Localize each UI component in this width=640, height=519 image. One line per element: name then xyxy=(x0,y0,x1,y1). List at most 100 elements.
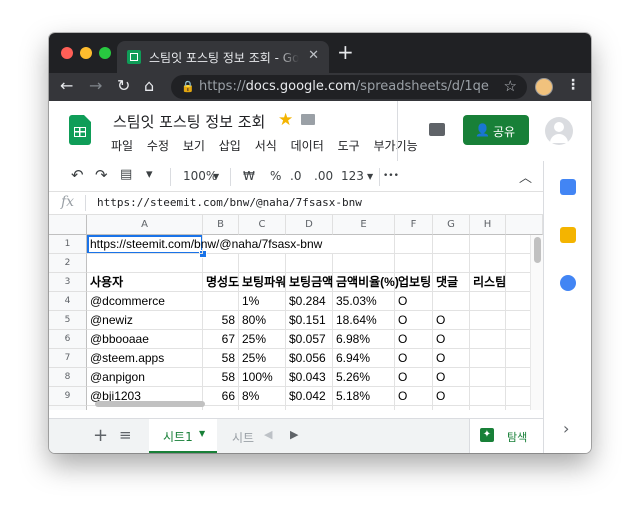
cell-h6[interactable] xyxy=(470,330,506,349)
formats-dropdown-icon[interactable]: ▼ xyxy=(367,172,373,181)
row-header-9[interactable]: 9 xyxy=(49,387,87,406)
keep-icon[interactable] xyxy=(560,227,576,243)
cell-b3[interactable]: 명성도 xyxy=(203,273,239,292)
more-formats-button[interactable]: 123 xyxy=(341,169,364,183)
cell-a7[interactable]: @steem.apps xyxy=(87,349,203,368)
row-header-6[interactable]: 6 xyxy=(49,330,87,349)
menu-addons[interactable]: 부가기능 xyxy=(373,139,417,153)
cell-e3[interactable]: 금액비율(%) xyxy=(333,273,399,292)
add-sheet-button[interactable]: + xyxy=(93,425,108,446)
cell-f4[interactable]: O xyxy=(395,292,433,311)
cell-c8[interactable]: 100% xyxy=(239,368,286,387)
cell-g10[interactable]: O xyxy=(433,406,470,410)
column-header-g[interactable]: G xyxy=(433,215,470,235)
cell-f1[interactable] xyxy=(395,235,433,254)
collapse-menus-icon[interactable]: ︿ xyxy=(519,167,532,186)
percent-format-button[interactable]: % xyxy=(270,169,281,183)
menu-view[interactable]: 보기 xyxy=(183,139,205,153)
more-tools-button[interactable]: ••• xyxy=(383,171,399,181)
cell-g7[interactable]: O xyxy=(433,349,470,368)
cell-h1[interactable] xyxy=(470,235,506,254)
vertical-scrollbar[interactable] xyxy=(530,235,543,410)
menu-insert[interactable]: 삽입 xyxy=(219,139,241,153)
column-header-h[interactable]: H xyxy=(470,215,506,235)
cell-c2[interactable] xyxy=(239,254,286,273)
tasks-icon[interactable] xyxy=(560,275,576,291)
cell-c9[interactable]: 8% xyxy=(239,387,286,406)
cell-d5[interactable]: $0.151 xyxy=(286,311,333,330)
tab-close-icon[interactable]: ✕ xyxy=(308,48,319,63)
comment-icon[interactable] xyxy=(429,123,445,136)
cell-g6[interactable]: O xyxy=(433,330,470,349)
cell-h7[interactable] xyxy=(470,349,506,368)
vertical-scroll-thumb[interactable] xyxy=(534,237,541,263)
select-all-corner[interactable] xyxy=(49,215,87,235)
column-header-b[interactable]: B xyxy=(203,215,239,235)
cell-a4[interactable]: @dcommerce xyxy=(87,292,203,311)
cell-g8[interactable]: O xyxy=(433,368,470,387)
cell-h9[interactable] xyxy=(470,387,506,406)
cell-h10[interactable] xyxy=(470,406,506,410)
cell-d9[interactable]: $0.042 xyxy=(286,387,333,406)
maximize-window-button[interactable] xyxy=(99,47,111,59)
row-header-3[interactable]: 3 xyxy=(49,273,87,292)
browser-tab[interactable]: 스팀잇 포스팅 정보 조회 - Google ✕ xyxy=(117,41,329,73)
currency-format-button[interactable]: ₩ xyxy=(243,169,255,183)
formula-input[interactable]: https://steemit.com/bnw/@naha/7fsasx-bnw xyxy=(97,196,362,209)
cell-g9[interactable]: O xyxy=(433,387,470,406)
cell-f7[interactable]: O xyxy=(395,349,433,368)
profile-avatar[interactable] xyxy=(535,78,553,96)
cell-b4[interactable] xyxy=(203,292,239,311)
decrease-decimal-button[interactable]: .0 xyxy=(290,169,301,183)
paint-format-icon[interactable]: ▾ xyxy=(146,167,153,182)
cell-g5[interactable]: O xyxy=(433,311,470,330)
cell-a3[interactable]: 사용자 xyxy=(87,273,203,292)
cell-f2[interactable] xyxy=(395,254,433,273)
cell-d10[interactable]: $0.027 xyxy=(286,406,333,410)
print-icon[interactable]: ▤ xyxy=(120,167,132,182)
cell-b8[interactable]: 58 xyxy=(203,368,239,387)
new-tab-button[interactable]: + xyxy=(337,42,354,62)
cell-e2[interactable] xyxy=(333,254,395,273)
cell-f8[interactable]: O xyxy=(395,368,433,387)
cell-g1[interactable] xyxy=(433,235,470,254)
sheets-logo-icon[interactable] xyxy=(69,115,91,145)
sheet-tab-menu-icon[interactable]: ▼ xyxy=(199,429,205,438)
cell-g4[interactable] xyxy=(433,292,470,311)
cell-b10[interactable]: 67 xyxy=(203,406,239,410)
cell-e5[interactable]: 18.64% xyxy=(333,311,395,330)
cell-c3[interactable]: 보팅파워 xyxy=(239,273,286,292)
column-header-e[interactable]: E xyxy=(333,215,395,235)
column-header-a[interactable]: A xyxy=(87,215,203,235)
scroll-tabs-left-icon[interactable]: ◀ xyxy=(264,428,272,441)
minimize-window-button[interactable] xyxy=(80,47,92,59)
row-header-7[interactable]: 7 xyxy=(49,349,87,368)
cell-e8[interactable]: 5.26% xyxy=(333,368,395,387)
cell-b6[interactable]: 67 xyxy=(203,330,239,349)
cell-a6[interactable]: @bbooaae xyxy=(87,330,203,349)
menu-tools[interactable]: 도구 xyxy=(338,139,360,153)
cell-a1[interactable]: https://steemit.com/bnw/@naha/7fsasx-bnw xyxy=(87,235,322,254)
cell-f9[interactable]: O xyxy=(395,387,433,406)
horizontal-scroll-thumb[interactable] xyxy=(95,401,205,407)
cell-d6[interactable]: $0.057 xyxy=(286,330,333,349)
zoom-dropdown-icon[interactable]: ▼ xyxy=(213,172,219,181)
cell-d4[interactable]: $0.284 xyxy=(286,292,333,311)
cell-d2[interactable] xyxy=(286,254,333,273)
cell-f6[interactable]: O xyxy=(395,330,433,349)
increase-decimal-button[interactable]: .00 xyxy=(314,169,333,183)
cell-c7[interactable]: 25% xyxy=(239,349,286,368)
scroll-tabs-right-icon[interactable]: ▶ xyxy=(290,428,298,441)
cell-c6[interactable]: 25% xyxy=(239,330,286,349)
cell-d8[interactable]: $0.043 xyxy=(286,368,333,387)
cell-e9[interactable]: 5.18% xyxy=(333,387,395,406)
cell-h2[interactable] xyxy=(470,254,506,273)
cell-h8[interactable] xyxy=(470,368,506,387)
star-icon[interactable]: ★ xyxy=(278,110,293,130)
row-header-1[interactable]: 1 xyxy=(49,235,87,254)
browser-menu-icon[interactable]: ⋮ xyxy=(566,77,580,93)
cell-c10[interactable]: 100% xyxy=(239,406,286,410)
bookmark-star-icon[interactable]: ☆ xyxy=(504,77,517,95)
cell-b7[interactable]: 58 xyxy=(203,349,239,368)
cell-d7[interactable]: $0.056 xyxy=(286,349,333,368)
